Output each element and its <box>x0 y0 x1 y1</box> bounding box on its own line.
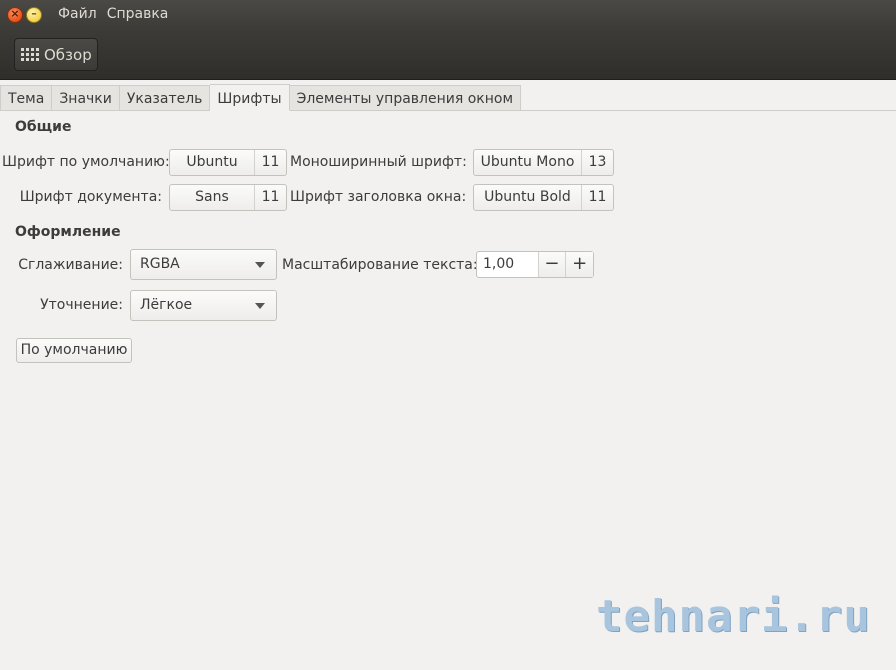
default-font-label: Шрифт по умолчанию: <box>2 154 170 170</box>
mono-font-button[interactable]: Ubuntu Mono 13 <box>473 149 614 176</box>
title-font-size: 11 <box>581 185 613 210</box>
tab-window-controls[interactable]: Элементы управления окном <box>289 85 522 111</box>
chevron-down-icon <box>255 262 265 268</box>
title-font-label: Шрифт заголовка окна: <box>290 189 467 205</box>
toolbar: Обзор <box>0 30 896 80</box>
mono-font-size: 13 <box>581 150 613 175</box>
decrease-button[interactable]: − <box>537 252 566 277</box>
antialiasing-value: RGBA <box>140 256 180 272</box>
default-font-name: Ubuntu <box>186 154 238 170</box>
app-grid-icon <box>21 48 39 61</box>
overview-button[interactable]: Обзор <box>14 38 98 71</box>
default-font-size: 11 <box>254 150 286 175</box>
reset-defaults-button[interactable]: По умолчанию <box>16 338 132 363</box>
document-font-label: Шрифт документа: <box>19 189 162 205</box>
menu-file[interactable]: Файл <box>58 6 97 22</box>
general-heading: Общие <box>15 119 72 135</box>
tab-fonts[interactable]: Шрифты <box>210 84 290 111</box>
tab-pointer[interactable]: Указатель <box>119 85 211 111</box>
minimize-window-button[interactable]: – <box>26 7 42 23</box>
tab-icons[interactable]: Значки <box>52 85 120 111</box>
minimize-icon: – <box>31 7 37 20</box>
default-font-button[interactable]: Ubuntu 11 <box>169 149 287 176</box>
mono-font-label: Моноширинный шрифт: <box>290 154 467 170</box>
watermark: tehnari.ru <box>596 591 871 642</box>
appearance-heading: Оформление <box>15 224 121 240</box>
tab-theme[interactable]: Тема <box>0 85 53 111</box>
antialiasing-select[interactable]: RGBA <box>130 249 277 280</box>
text-scaling-spinner[interactable]: 1,00 − + <box>476 251 594 278</box>
text-scaling-value[interactable]: 1,00 <box>477 252 538 277</box>
text-scaling-label: Масштабирование текста: <box>282 257 478 273</box>
overview-label: Обзор <box>44 45 92 64</box>
title-font-name: Ubuntu Bold <box>484 189 571 205</box>
document-font-name: Sans <box>195 189 229 205</box>
close-icon: × <box>10 7 20 20</box>
title-font-button[interactable]: Ubuntu Bold 11 <box>473 184 614 211</box>
menu-bar: Файл Справка <box>58 6 168 22</box>
document-font-button[interactable]: Sans 11 <box>169 184 287 211</box>
document-font-size: 11 <box>254 185 286 210</box>
hinting-value: Лёгкое <box>140 297 193 313</box>
menu-help[interactable]: Справка <box>107 6 169 22</box>
tab-bar: Тема Значки Указатель Шрифты Элементы уп… <box>0 84 522 111</box>
chevron-down-icon <box>255 303 265 309</box>
close-window-button[interactable]: × <box>7 7 23 23</box>
increase-button[interactable]: + <box>565 252 593 277</box>
title-bar: × – Файл Справка <box>0 0 896 30</box>
hinting-select[interactable]: Лёгкое <box>130 290 277 321</box>
mono-font-name: Ubuntu Mono <box>480 154 575 170</box>
antialiasing-label: Сглаживание: <box>18 257 123 273</box>
hinting-label: Уточнение: <box>40 297 123 313</box>
